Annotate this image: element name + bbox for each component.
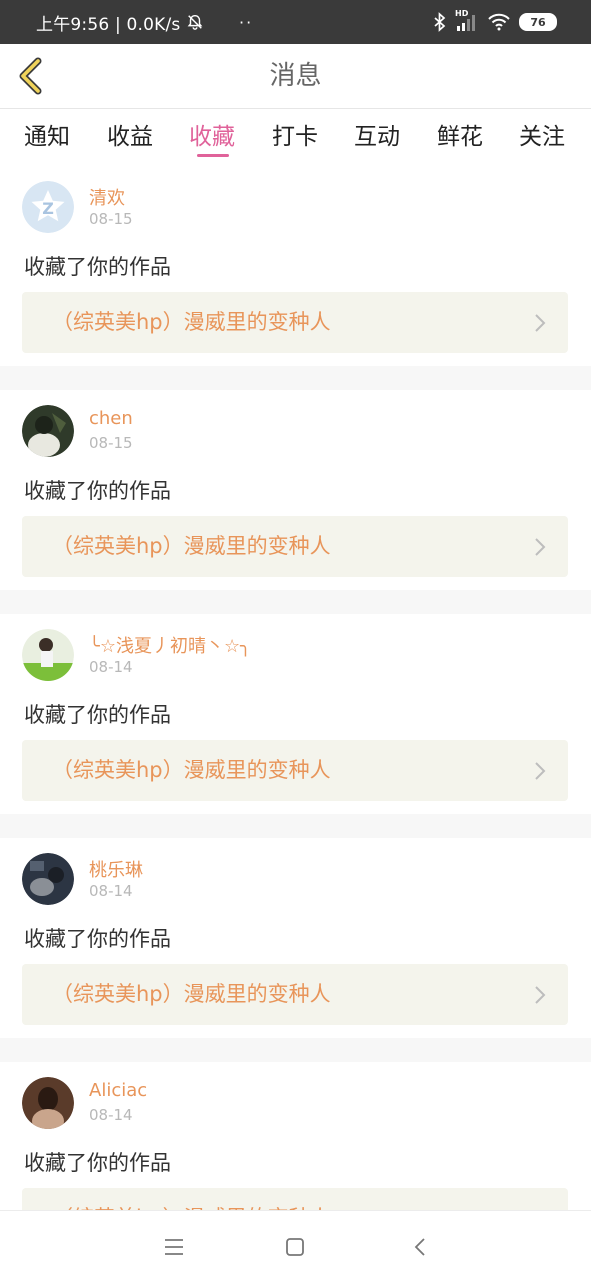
list-item: Z 清欢 08-15 收藏了你的作品 （综英美hp）漫威里的变种人 bbox=[0, 166, 591, 366]
avatar[interactable] bbox=[22, 629, 74, 681]
timestamp: 08-14 bbox=[89, 882, 133, 900]
menu-button[interactable] bbox=[162, 1235, 186, 1259]
action-text: 收藏了你的作品 bbox=[24, 1151, 171, 1175]
battery-level: 76 bbox=[530, 15, 546, 29]
list-item: chen 08-15 收藏了你的作品 （综英美hp）漫威里的变种人 bbox=[0, 390, 591, 590]
battery-icon: 76 bbox=[519, 13, 557, 31]
timestamp: 08-14 bbox=[89, 658, 133, 676]
tab-flowers[interactable]: 鲜花 bbox=[437, 117, 483, 157]
status-right: HD 76 bbox=[433, 0, 557, 44]
back-nav-button[interactable] bbox=[408, 1235, 432, 1259]
timestamp: 08-14 bbox=[89, 1106, 133, 1124]
tab-interaction[interactable]: 互动 bbox=[354, 117, 400, 157]
divider bbox=[0, 366, 591, 390]
tab-check-in[interactable]: 打卡 bbox=[272, 117, 318, 157]
username[interactable]: chen bbox=[89, 408, 133, 429]
menu-icon bbox=[165, 1239, 183, 1255]
bluetooth-icon bbox=[434, 12, 446, 32]
work-link[interactable]: （综英美hp）漫威里的变种人 bbox=[22, 964, 568, 1025]
status-left: 上午9:56 | 0.0K/s bbox=[36, 0, 204, 44]
avatar[interactable] bbox=[22, 1077, 74, 1129]
tab-bar: 通知 收益 收藏 打卡 互动 鲜花 关注 bbox=[0, 109, 591, 163]
chevron-right-icon bbox=[535, 538, 546, 556]
title-bar: 消息 bbox=[0, 44, 591, 109]
wifi-icon bbox=[488, 13, 510, 31]
tab-earnings[interactable]: 收益 bbox=[107, 117, 153, 157]
favorites-feed: Z 清欢 08-15 收藏了你的作品 （综英美hp）漫威里的变种人 chen 0… bbox=[0, 166, 591, 1262]
home-icon bbox=[286, 1238, 304, 1256]
svg-text:Z: Z bbox=[42, 199, 54, 218]
status-bar: 上午9:56 | 0.0K/s ·· HD 76 bbox=[0, 0, 591, 44]
username[interactable]: 清欢 bbox=[89, 184, 125, 210]
avatar[interactable]: Z bbox=[22, 181, 74, 233]
list-item: 桃乐琳 08-14 收藏了你的作品 （综英美hp）漫威里的变种人 bbox=[0, 838, 591, 1038]
list-item: ╰☆浅夏丿初晴丶☆╮ 08-14 收藏了你的作品 （综英美hp）漫威里的变种人 bbox=[0, 614, 591, 814]
work-link[interactable]: （综英美hp）漫威里的变种人 bbox=[22, 292, 568, 353]
action-text: 收藏了你的作品 bbox=[24, 255, 171, 279]
username[interactable]: Aliciac bbox=[89, 1080, 147, 1101]
work-title: （综英美hp）漫威里的变种人 bbox=[52, 758, 331, 782]
chevron-right-icon bbox=[535, 986, 546, 1004]
work-link[interactable]: （综英美hp）漫威里的变种人 bbox=[22, 740, 568, 801]
status-time-speed: 上午9:56 | 0.0K/s bbox=[36, 14, 181, 35]
work-title: （综英美hp）漫威里的变种人 bbox=[52, 310, 331, 334]
back-icon bbox=[414, 1238, 425, 1256]
chevron-right-icon bbox=[535, 314, 546, 332]
work-link[interactable]: （综英美hp）漫威里的变种人 bbox=[22, 516, 568, 577]
active-tab-indicator bbox=[197, 154, 229, 157]
tab-favorites[interactable]: 收藏 bbox=[189, 117, 235, 157]
action-text: 收藏了你的作品 bbox=[24, 927, 171, 951]
chevron-right-icon bbox=[535, 762, 546, 780]
avatar[interactable] bbox=[22, 405, 74, 457]
bell-off-icon bbox=[188, 14, 203, 30]
system-nav-bar bbox=[0, 1210, 591, 1281]
action-text: 收藏了你的作品 bbox=[24, 703, 171, 727]
work-title: （综英美hp）漫威里的变种人 bbox=[52, 982, 331, 1006]
divider bbox=[0, 814, 591, 838]
timestamp: 08-15 bbox=[89, 434, 133, 452]
username[interactable]: 桃乐琳 bbox=[89, 856, 143, 882]
avatar[interactable] bbox=[22, 853, 74, 905]
page-title: 消息 bbox=[269, 61, 322, 91]
tab-notifications[interactable]: 通知 bbox=[24, 117, 70, 157]
status-dots: ·· bbox=[239, 13, 254, 32]
timestamp: 08-15 bbox=[89, 210, 133, 228]
divider bbox=[0, 590, 591, 614]
action-text: 收藏了你的作品 bbox=[24, 479, 171, 503]
signal-icon: HD bbox=[455, 9, 479, 33]
tab-follow[interactable]: 关注 bbox=[519, 117, 565, 157]
work-title: （综英美hp）漫威里的变种人 bbox=[52, 534, 331, 558]
divider bbox=[0, 1038, 591, 1062]
home-button[interactable] bbox=[283, 1235, 307, 1259]
username[interactable]: ╰☆浅夏丿初晴丶☆╮ bbox=[89, 632, 251, 658]
